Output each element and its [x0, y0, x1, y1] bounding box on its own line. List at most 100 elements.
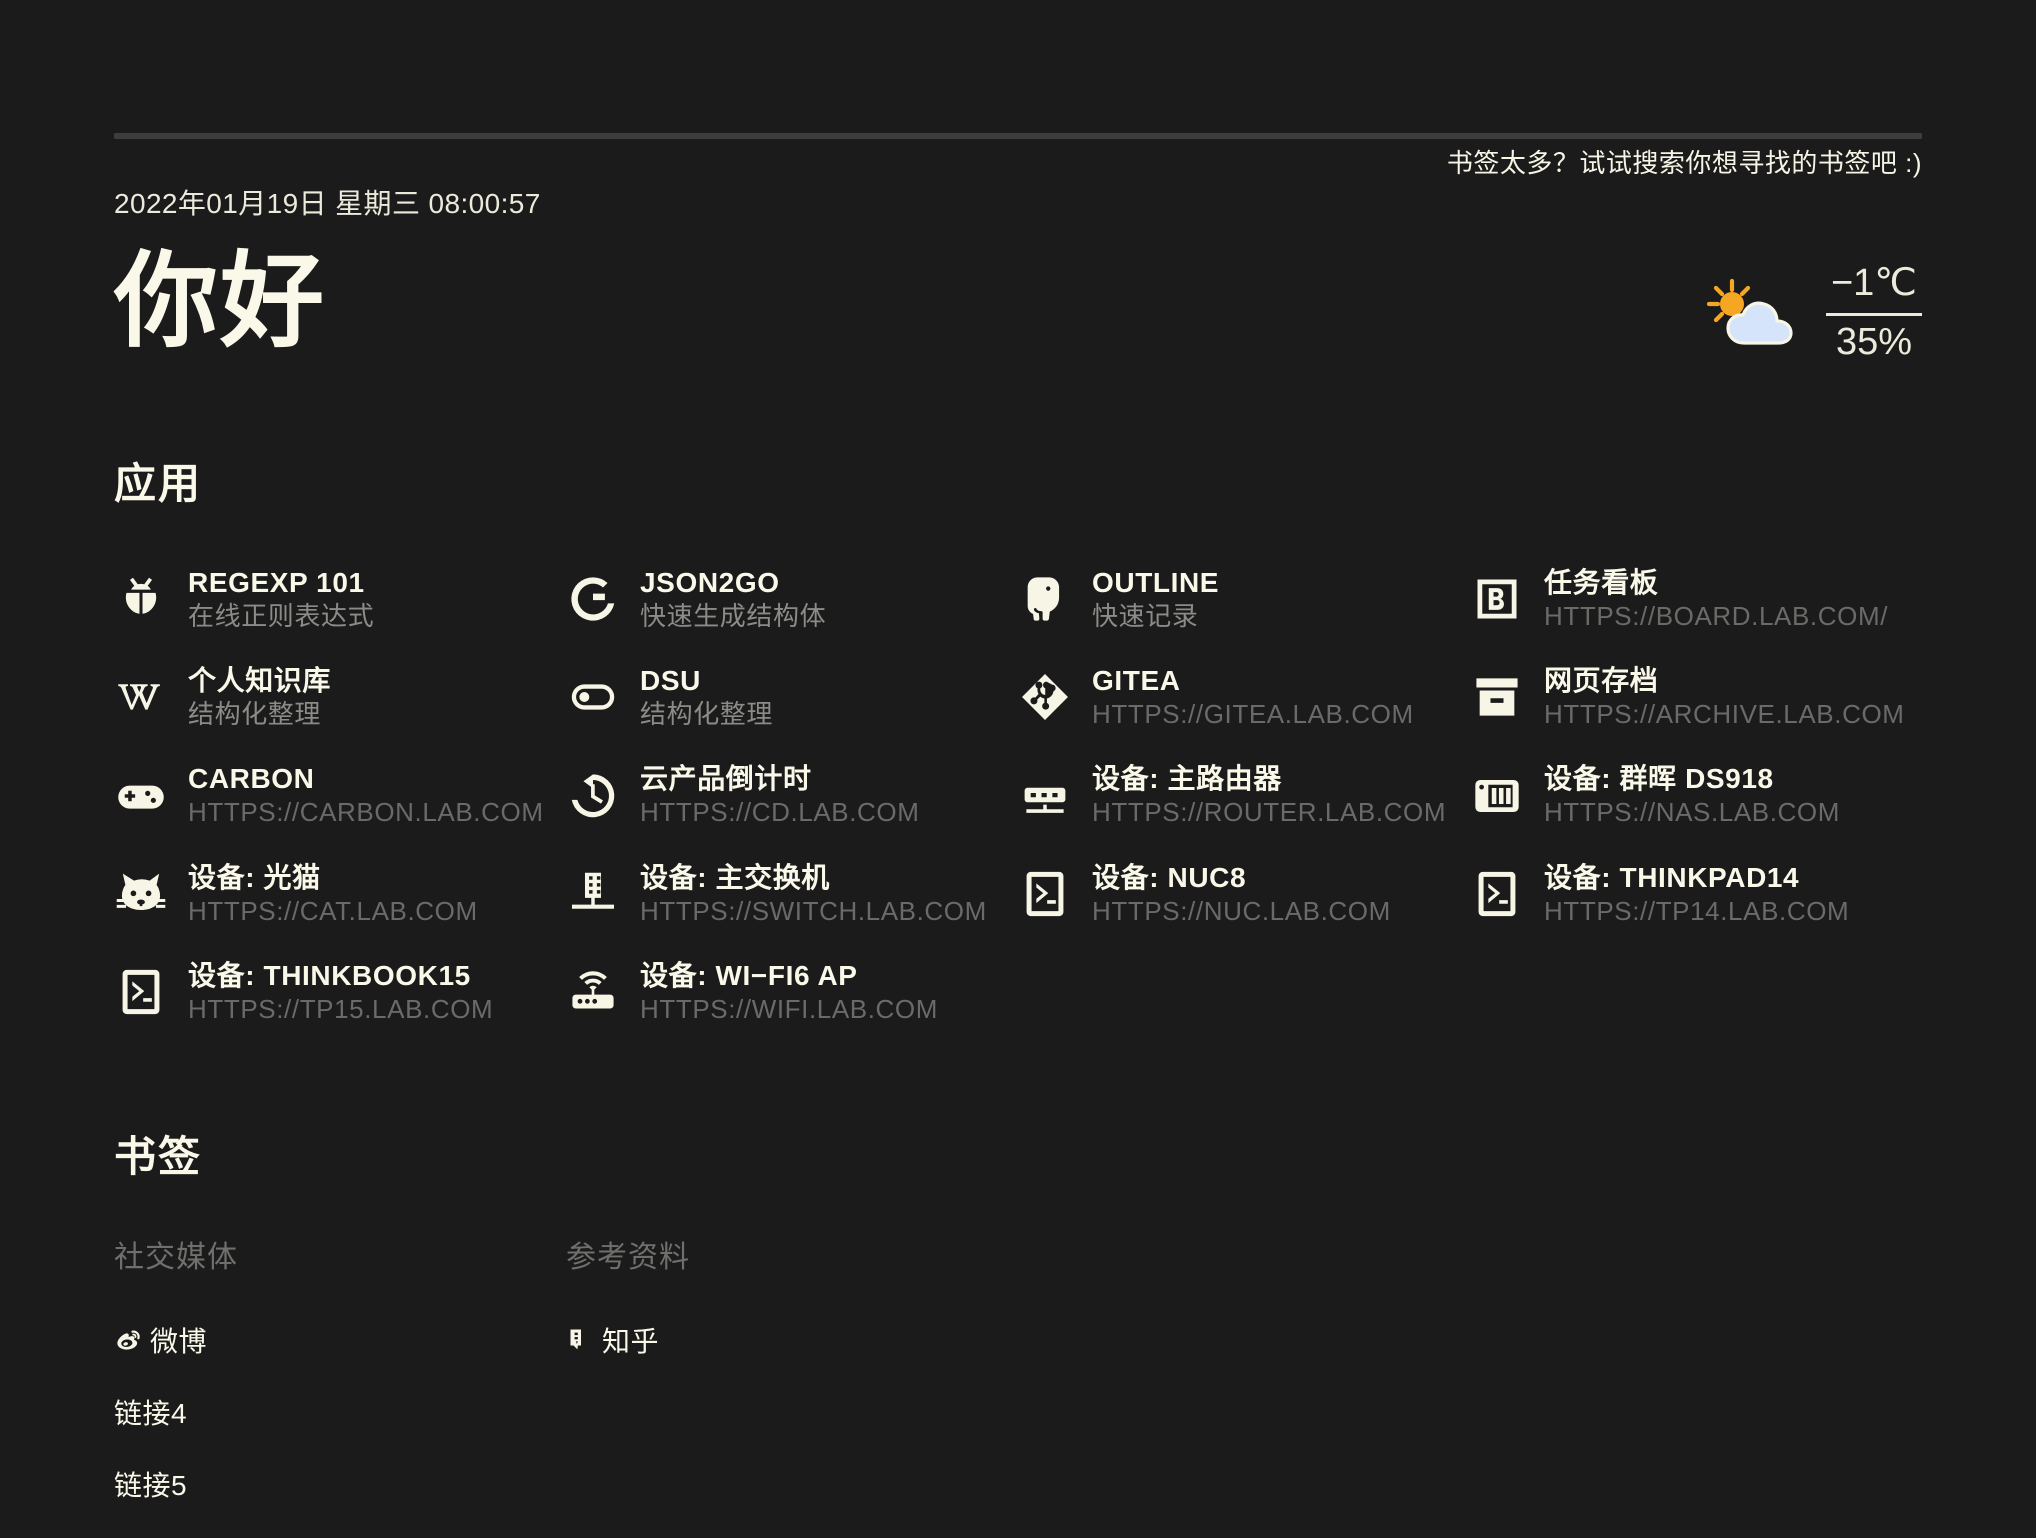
app-text: 个人知识库 结构化整理 [188, 664, 331, 730]
bookmark-group: 参考资料 知乎 [566, 1232, 1018, 1536]
bookmark-link[interactable]: 链接4 [114, 1392, 187, 1432]
app-url: HTTPS://CAT.LAB.COM [188, 895, 478, 926]
app-item[interactable]: 设备: 光猫 HTTPS://CAT.LAB.COM [114, 858, 566, 930]
bookmark-group-title: 社交媒体 [114, 1241, 238, 1275]
newtab-page: 书签太多？试试搜索你想寻找的书签吧 :) 2022年01月19日 星期三 08:… [0, 0, 2036, 1538]
greeting-text: 你好 [114, 244, 327, 360]
app-name: 设备: THINKPAD14 [1544, 861, 1800, 893]
app-url: HTTPS://WIFI.LAB.COM [640, 993, 939, 1024]
bookmark-label: 微博 [150, 1326, 208, 1358]
app-url: HTTPS://ARCHIVE.LAB.COM [1544, 699, 1905, 730]
app-name: OUTLINE [1092, 567, 1220, 598]
app-text: REGEXP 101 在线正则表达式 [188, 566, 374, 632]
app-url: HTTPS://CARBON.LAB.COM [188, 797, 544, 828]
app-text: GITEA HTTPS://GITEA.LAB.COM [1092, 664, 1414, 730]
app-text: OUTLINE 快速记录 [1092, 566, 1219, 632]
search-hint-text[interactable]: 书签太多？试试搜索你想寻找的书签吧 :) [1447, 143, 1922, 180]
app-item[interactable]: CARBON HTTPS://CARBON.LAB.COM [114, 759, 566, 831]
app-text: 设备: 群晖 DS918 HTTPS://NAS.LAB.COM [1544, 762, 1840, 828]
terminal-icon [114, 965, 168, 1019]
gitea-icon [1018, 670, 1072, 724]
app-name: 网页存档 [1544, 665, 1659, 697]
bookmark-label: 知乎 [602, 1326, 660, 1358]
app-item[interactable]: 云产品倒计时 HTTPS://CD.LAB.COM [566, 759, 1018, 831]
bookmark-label: 链接4 [114, 1398, 188, 1430]
nas-icon [1470, 769, 1524, 823]
app-text: 设备: THINKPAD14 HTTPS://TP14.LAB.COM [1544, 861, 1849, 927]
cat-icon [114, 867, 168, 921]
app-item[interactable]: 任务看板 HTTPS://BOARD.LAB.COM/ [1470, 563, 1922, 635]
app-name: 设备: 光猫 [188, 861, 321, 893]
app-text: 任务看板 HTTPS://BOARD.LAB.COM/ [1544, 566, 1888, 632]
weather-divider [1826, 312, 1922, 316]
app-name: CARBON [188, 763, 315, 795]
app-url: HTTPS://TP14.LAB.COM [1544, 895, 1850, 926]
app-name: 个人知识库 [188, 665, 332, 697]
app-url: HTTPS://GITEA.LAB.COM [1092, 699, 1414, 730]
app-name: 设备: 主交换机 [640, 861, 830, 893]
app-name: 设备: 主路由器 [1092, 763, 1282, 795]
app-name: JSON2GO [640, 567, 780, 598]
app-name: DSU [640, 665, 701, 697]
app-description: 在线正则表达式 [188, 601, 375, 632]
app-name: 云产品倒计时 [640, 763, 812, 795]
app-url: HTTPS://TP15.LAB.COM [188, 993, 494, 1024]
app-item[interactable]: 个人知识库 结构化整理 [114, 661, 566, 733]
clock-arrow-icon [566, 769, 620, 823]
app-text: 设备: 主交换机 HTTPS://SWITCH.LAB.COM [640, 861, 987, 927]
app-item[interactable]: GITEA HTTPS://GITEA.LAB.COM [1018, 661, 1470, 733]
bookmarks-section-title: 书签 [114, 1133, 203, 1181]
app-item[interactable]: DSU 结构化整理 [566, 661, 1018, 733]
header-divider [114, 133, 1922, 139]
bookmark-group-title: 参考资料 [566, 1241, 690, 1275]
bookmark-link[interactable]: 链接5 [114, 1464, 187, 1504]
app-description: 快速生成结构体 [640, 601, 827, 632]
bookmark-group: 社交媒体微博链接4 链接5 [114, 1232, 566, 1536]
bookmark-link[interactable]: 微博 [114, 1320, 207, 1360]
app-item[interactable]: 设备: 主路由器 HTTPS://ROUTER.LAB.COM [1018, 759, 1470, 831]
app-text: 设备: 光猫 HTTPS://CAT.LAB.COM [188, 861, 478, 927]
archive-box-icon [1470, 670, 1524, 724]
app-text: CARBON HTTPS://CARBON.LAB.COM [188, 762, 544, 828]
gamepad-icon [114, 769, 168, 823]
app-item[interactable]: JSON2GO 快速生成结构体 [566, 563, 1018, 635]
router-icon [1018, 769, 1072, 823]
app-name: 设备: WI−FI6 AP [640, 959, 858, 991]
apps-section-title: 应用 [114, 460, 203, 507]
wikipedia-w-icon [114, 670, 168, 724]
app-item[interactable]: 设备: WI−FI6 AP HTTPS://WIFI.LAB.COM [566, 956, 1018, 1028]
app-url: HTTPS://CD.LAB.COM [640, 797, 920, 828]
app-item[interactable]: 设备: THINKPAD14 HTTPS://TP14.LAB.COM [1470, 858, 1922, 930]
app-text: 设备: 主路由器 HTTPS://ROUTER.LAB.COM [1092, 762, 1446, 828]
app-url: HTTPS://BOARD.LAB.COM/ [1544, 601, 1889, 632]
sun-behind-cloud-icon [1706, 277, 1798, 349]
top-bar: 书签太多？试试搜索你想寻找的书签吧 :) 2022年01月19日 星期三 08:… [114, 0, 1922, 219]
app-description: 快速记录 [1092, 601, 1199, 632]
app-item[interactable]: 设备: NUC8 HTTPS://NUC.LAB.COM [1018, 858, 1470, 930]
app-description: 结构化整理 [640, 699, 774, 730]
app-item[interactable]: 网页存档 HTTPS://ARCHIVE.LAB.COM [1470, 661, 1922, 733]
elephant-icon [1018, 572, 1072, 626]
app-item[interactable]: REGEXP 101 在线正则表达式 [114, 563, 566, 635]
greeting-row: 你好 −1℃ 35% [114, 200, 1922, 390]
wifi-ap-icon [566, 965, 620, 1019]
app-item[interactable]: 设备: THINKBOOK15 HTTPS://TP15.LAB.COM [114, 956, 566, 1028]
bug-icon [114, 572, 168, 626]
app-item[interactable]: 设备: 主交换机 HTTPS://SWITCH.LAB.COM [566, 858, 1018, 930]
google-g-icon [566, 572, 620, 626]
app-item[interactable]: 设备: 群晖 DS918 HTTPS://NAS.LAB.COM [1470, 759, 1922, 831]
bookmark-link[interactable]: 知乎 [566, 1320, 659, 1360]
board-b-icon [1470, 572, 1524, 626]
bookmarks-grid: 社交媒体微博链接4 链接5 参考资料知乎 [114, 1232, 1922, 1536]
app-name: GITEA [1092, 665, 1181, 697]
weather-widget[interactable]: −1℃ 35% [1706, 262, 1922, 364]
app-text: 设备: THINKBOOK15 HTTPS://TP15.LAB.COM [188, 959, 493, 1025]
apps-grid: REGEXP 101 在线正则表达式 JSON2GO 快速生成结构体 OUTLINE 快速… [114, 563, 1922, 1028]
app-name: 设备: 群晖 DS918 [1544, 763, 1774, 795]
app-text: 设备: WI−FI6 AP HTTPS://WIFI.LAB.COM [640, 959, 938, 1025]
app-text: 云产品倒计时 HTTPS://CD.LAB.COM [640, 762, 920, 828]
app-url: HTTPS://SWITCH.LAB.COM [640, 895, 987, 926]
app-item[interactable]: OUTLINE 快速记录 [1018, 563, 1470, 635]
app-description: 结构化整理 [188, 699, 322, 730]
app-text: DSU 结构化整理 [640, 664, 773, 730]
